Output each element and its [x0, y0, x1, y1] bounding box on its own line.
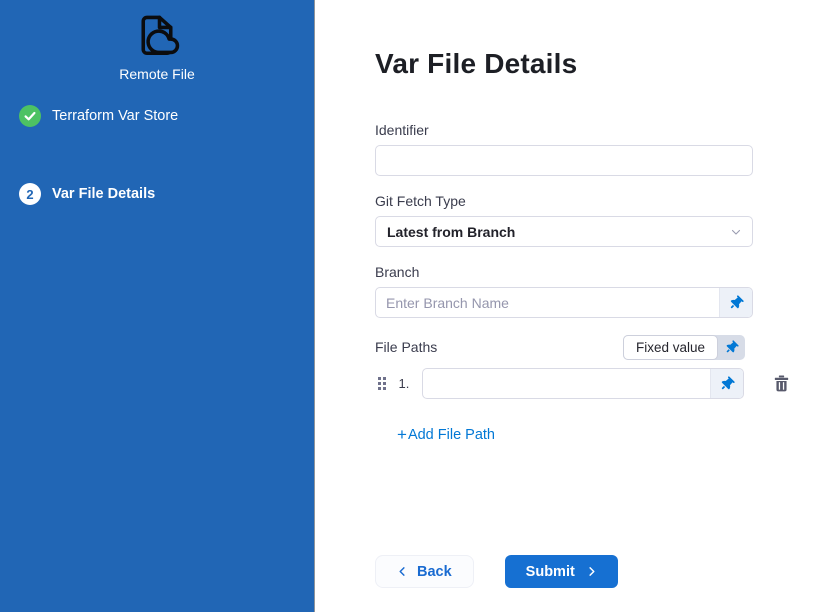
file-paths-pin-button[interactable] [718, 335, 745, 360]
branch-input[interactable] [375, 287, 753, 318]
file-paths-multitype-selector: Fixed value [623, 335, 745, 360]
back-button-label: Back [417, 564, 452, 580]
identifier-input[interactable] [375, 145, 753, 176]
pin-icon [722, 338, 740, 356]
step-var-file-details[interactable]: 2 Var File Details [0, 183, 314, 205]
var-file-details-panel: Var File Details Identifier Git Fetch Ty… [315, 0, 836, 612]
file-path-row-index: 1. [399, 376, 413, 391]
store-icon-block: Remote File [0, 0, 314, 82]
add-file-path-link[interactable]: + Add File Path [397, 427, 495, 443]
file-path-pin-button[interactable] [710, 369, 743, 398]
file-path-input[interactable] [422, 368, 744, 399]
branch-field: Branch [375, 264, 753, 318]
store-type-label: Remote File [119, 66, 194, 82]
plus-icon: + [397, 428, 407, 442]
submit-button-label: Submit [526, 564, 575, 580]
file-path-input-wrap [422, 368, 744, 399]
branch-input-wrap [375, 287, 753, 318]
add-file-path-label: Add File Path [408, 427, 495, 443]
back-button[interactable]: Back [375, 555, 474, 588]
file-path-row: 1. [375, 367, 753, 400]
git-fetch-type-select[interactable]: Latest from Branch [375, 216, 753, 247]
delete-row-button[interactable] [772, 373, 791, 394]
git-fetch-type-field: Git Fetch Type Latest from Branch [375, 193, 753, 247]
wizard-steps: Terraform Var Store 2 Var File Details [0, 105, 314, 205]
chevron-down-icon [730, 226, 742, 238]
wizard-sidebar: Remote File Terraform Var Store 2 Var Fi… [0, 0, 315, 612]
page-title: Var File Details [375, 48, 836, 80]
step-label: Var File Details [52, 186, 155, 202]
file-paths-header: File Paths Fixed value [375, 335, 753, 360]
step-label: Terraform Var Store [52, 108, 178, 124]
step-terraform-var-store[interactable]: Terraform Var Store [0, 105, 314, 127]
remote-file-cloud-icon [132, 11, 182, 63]
file-paths-field: File Paths Fixed value 1. [375, 335, 753, 445]
drag-handle[interactable] [378, 377, 386, 390]
git-fetch-type-value: Latest from Branch [387, 224, 515, 240]
step-number-badge: 2 [19, 183, 41, 205]
submit-button[interactable]: Submit [505, 555, 618, 588]
var-file-form: Identifier Git Fetch Type Latest from Br… [375, 122, 753, 588]
footer-actions: Back Submit [375, 555, 753, 588]
branch-pin-button[interactable] [719, 288, 752, 317]
trash-icon [774, 375, 789, 392]
chevron-right-icon [586, 566, 597, 577]
pin-icon [717, 374, 737, 394]
step-complete-check-icon [19, 105, 41, 127]
identifier-label: Identifier [375, 122, 753, 139]
pin-icon [726, 293, 746, 313]
identifier-field: Identifier [375, 122, 753, 176]
file-paths-label: File Paths [375, 339, 437, 356]
git-fetch-type-label: Git Fetch Type [375, 193, 753, 210]
chevron-left-icon [397, 566, 408, 577]
fixed-value-button[interactable]: Fixed value [623, 335, 718, 360]
branch-label: Branch [375, 264, 753, 281]
